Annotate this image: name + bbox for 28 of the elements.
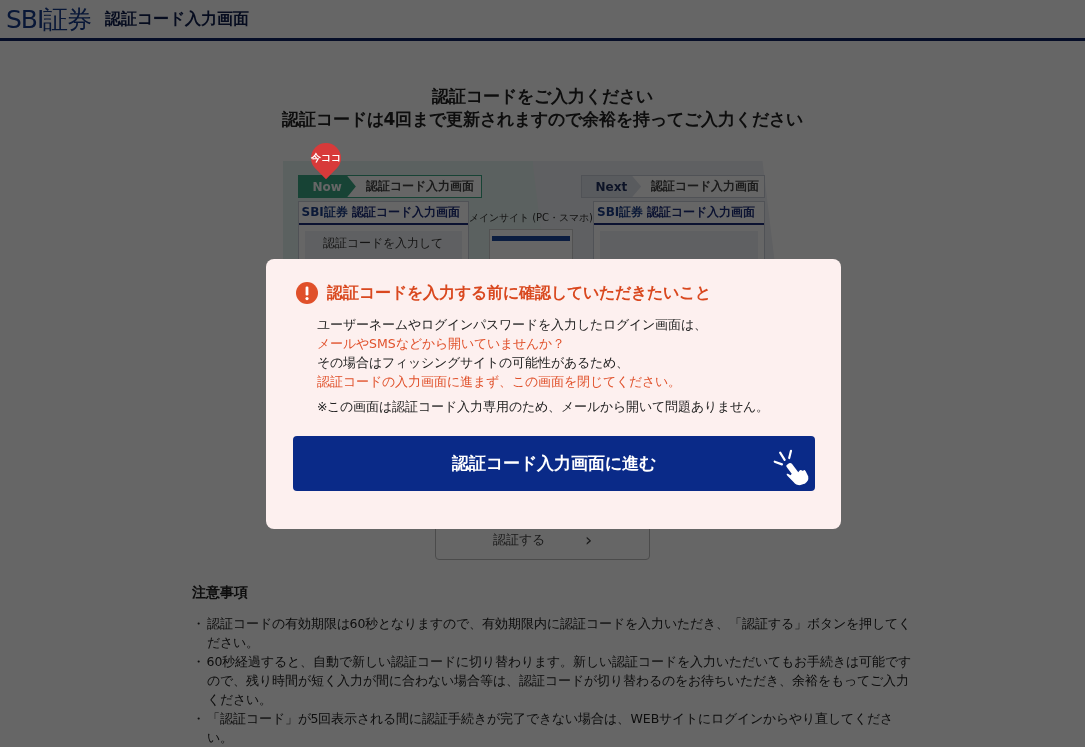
- step-indicator: Next 認証コード入力画面: [580, 175, 765, 198]
- note-text: 認証コードの有効期限は60秒となりますので、有効期限内に認証コードを入力いただき、「認証する」ボタンを押してください。: [206, 615, 912, 652]
- proceed-button[interactable]: 認証コード入力画面に進む: [293, 436, 815, 491]
- step-indicator: Now 認証コード入力画面: [297, 175, 482, 198]
- dialog-text: 認証コードの入力画面に進まず、この画面を閉じてください。: [317, 373, 681, 391]
- heading-text: 認証コードをご入力ください: [432, 85, 653, 108]
- bullet: ・: [191, 710, 206, 728]
- dialog-title: 認証コードを入力する前に確認していただきたいこと: [327, 282, 711, 304]
- note-text: 「認証コード」が5回表示される間に認証手続きが完了できない場合は、WEBサイトにログインからやり直してください。: [206, 710, 895, 747]
- preview-text: 認証コードを入力して: [323, 235, 444, 252]
- note-text: 60秒経過すると、自動で新しい認証コードに切り替わります。新しい認証コードを入力いただいてもお手続きは可能ですので、残り時間が短く入力が間に合わない場合等は、認証コードが切り替わるのをお待ちいただき、余裕をもってご入力ください。: [206, 653, 912, 709]
- preview-title: 認証コード入力画面: [351, 204, 460, 221]
- dialog-text: ※この画面は認証コード入力専用のため、メールから開いて問題ありません。: [317, 398, 770, 416]
- preview-caption: メインサイト (PC・スマホ): [469, 211, 593, 225]
- dialog-text: その場合はフィッシングサイトの可能性があるため、: [317, 354, 629, 372]
- preview-logo: SBI証券: [597, 204, 644, 221]
- heading-text: 認証コードは4回まで更新されますので余裕を持ってご入力ください: [281, 108, 804, 131]
- warning-icon: [296, 282, 318, 304]
- page-title: 認証コード入力画面: [105, 8, 250, 30]
- preview-title: 認証コード入力画面: [647, 204, 756, 221]
- logo: SBI証券: [6, 3, 92, 36]
- dialog-text: メールやSMSなどから開いていませんか？: [317, 335, 565, 353]
- bullet: ・: [191, 653, 206, 671]
- dialog-text: ユーザーネームやログインパスワードを入力したログイン画面は、: [317, 316, 707, 334]
- pointing-hand-icon: [771, 449, 811, 487]
- preview-logo: SBI証券: [301, 204, 348, 221]
- notes-title: 注意事項: [191, 584, 249, 602]
- bullet: ・: [191, 615, 206, 633]
